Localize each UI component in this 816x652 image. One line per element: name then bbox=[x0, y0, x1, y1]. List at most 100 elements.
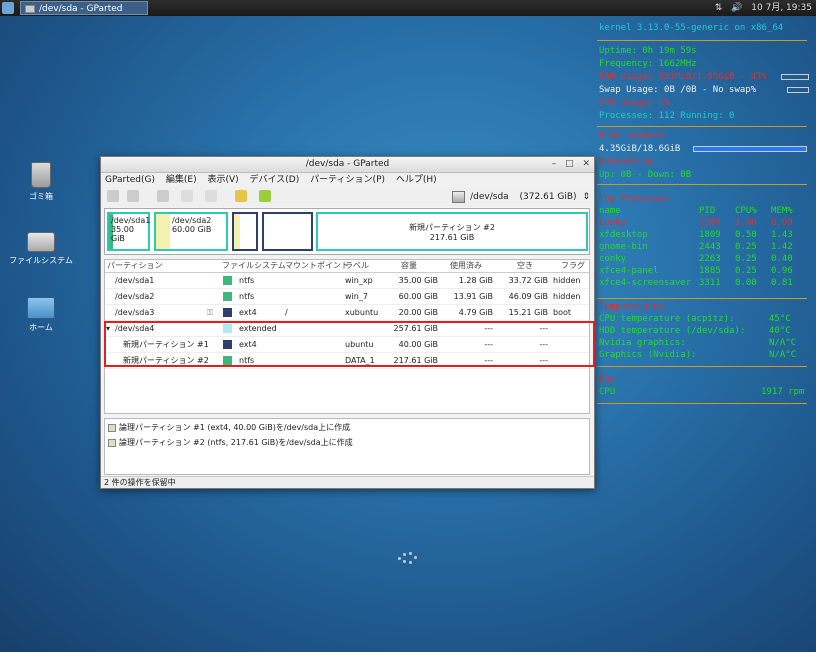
menubar: GParted(G) 編集(E) 表示(V) デバイス(D) パーティション(P… bbox=[101, 173, 594, 187]
conky-processes: Processes: 112 Running: 0 bbox=[599, 111, 735, 121]
conky-network-value: Up: 0B - Down: 0B bbox=[599, 170, 692, 180]
conky-top-row: conky 1709 1.00 0.99 bbox=[599, 218, 793, 228]
desktop-icon-label: ファイルシステム bbox=[9, 256, 73, 265]
partition-size: 35.00 GiB bbox=[398, 276, 438, 285]
column-header[interactable]: ファイルシステム bbox=[222, 260, 286, 272]
desktop-icon-home[interactable]: ホーム bbox=[6, 297, 76, 333]
operation-icon bbox=[108, 439, 116, 447]
column-header[interactable]: パーティション bbox=[107, 260, 163, 272]
conky-network-label: Networking bbox=[599, 157, 654, 167]
window-titlebar[interactable]: /dev/sda - GParted – □ ✕ bbox=[101, 157, 594, 173]
partition-used: 13.91 GiB bbox=[453, 292, 493, 301]
system-tray: ⇅ 🔊 10 7月, 19:35 bbox=[709, 0, 812, 16]
conky-fs-value: 4.35GiB/18.6GiB bbox=[599, 144, 681, 154]
operation-item[interactable]: 論理パーティション #2 (ntfs, 217.61 GiB)を/dev/sda… bbox=[105, 436, 589, 449]
partition-free: 15.21 GiB bbox=[508, 308, 548, 317]
visual-partition-size: 217.61 GiB bbox=[429, 233, 475, 242]
partition-flags: hidden bbox=[553, 292, 581, 301]
fs-color-swatch bbox=[223, 308, 232, 317]
menu-view[interactable]: 表示(V) bbox=[207, 175, 238, 185]
partition-used: 1.28 GiB bbox=[458, 276, 493, 285]
conky-temp-label: Temperatures bbox=[599, 302, 665, 312]
visual-partition-size: 35.00 GiB bbox=[111, 225, 134, 243]
undo-icon[interactable] bbox=[235, 190, 247, 202]
conky-top-label: Top Processes bbox=[599, 194, 670, 204]
menu-device[interactable]: デバイス(D) bbox=[250, 175, 300, 185]
conky-fs-label: File systems bbox=[599, 131, 665, 141]
harddisk-icon bbox=[452, 191, 466, 203]
device-selector[interactable]: /dev/sda (372.61 GiB) ⇕ bbox=[452, 189, 590, 205]
partition-label: win_xp bbox=[345, 276, 373, 285]
visual-partition[interactable] bbox=[262, 212, 313, 251]
partition-size: 60.00 GiB bbox=[398, 292, 438, 301]
menu-edit[interactable]: 編集(E) bbox=[166, 175, 197, 185]
delete-icon[interactable] bbox=[127, 190, 139, 202]
close-icon[interactable]: ✕ bbox=[582, 159, 590, 169]
volume-icon[interactable]: 🔊 bbox=[731, 3, 742, 13]
paste-icon[interactable] bbox=[205, 190, 217, 202]
column-header[interactable]: 使用済み bbox=[450, 260, 482, 272]
applications-menu-icon[interactable] bbox=[2, 2, 14, 14]
visual-partition[interactable]: 新規パーティション #2 217.61 GiB bbox=[316, 212, 588, 251]
desktop-icon-filesystem[interactable]: ファイルシステム bbox=[6, 232, 76, 266]
visual-partition[interactable]: /dev/sda2 60.00 GiB bbox=[154, 212, 228, 251]
table-row[interactable]: /dev/sda3 ⚿ ext4 / xubuntu 20.00 GiB 4.7… bbox=[105, 305, 589, 321]
partition-flags: boot bbox=[553, 308, 572, 317]
column-header[interactable]: マウントポイント bbox=[285, 260, 349, 272]
filesystem: ntfs bbox=[239, 276, 255, 285]
conky-top-row: gnome-bin 2443 0.25 1.42 bbox=[599, 242, 793, 252]
window-icon bbox=[25, 5, 35, 13]
divider bbox=[597, 40, 807, 41]
new-icon[interactable] bbox=[107, 190, 119, 202]
menu-help[interactable]: ヘルプ(H) bbox=[396, 175, 437, 185]
desktop-icon-label: ホーム bbox=[29, 323, 53, 332]
desktop-icon-trash[interactable]: ゴミ箱 bbox=[6, 162, 76, 202]
maximize-icon[interactable]: □ bbox=[565, 159, 574, 169]
filesystem: ntfs bbox=[239, 292, 255, 301]
conky-fan-row: CPU 1917 rpm bbox=[599, 387, 805, 397]
partition-label: xubuntu bbox=[345, 308, 379, 317]
operation-text: 論理パーティション #1 (ext4, 40.00 GiB)を/dev/sda上… bbox=[119, 423, 351, 432]
column-header[interactable]: 空き bbox=[517, 260, 533, 272]
menu-partition[interactable]: パーティション(P) bbox=[310, 175, 385, 185]
partition-free: 33.72 GiB bbox=[508, 276, 548, 285]
ram-bar bbox=[781, 74, 809, 80]
taskbar-window-button[interactable]: /dev/sda - GParted bbox=[20, 1, 148, 15]
conky-frequency: Frequency: 1662MHz bbox=[599, 59, 697, 69]
apply-icon[interactable] bbox=[259, 190, 271, 202]
conky-top-row: conky 2263 0.25 0.40 bbox=[599, 254, 793, 264]
trash-icon bbox=[31, 162, 51, 188]
pending-operations-list: 論理パーティション #1 (ext4, 40.00 GiB)を/dev/sda上… bbox=[104, 418, 590, 475]
conky-swap: Swap Usage: 0B /0B - No swap% bbox=[599, 85, 757, 95]
column-header[interactable]: フラグ bbox=[561, 260, 585, 272]
chevron-down-icon: ⇕ bbox=[582, 192, 590, 202]
visual-partition[interactable] bbox=[232, 212, 258, 251]
conky-ram: RAM Usage: 951MiB/1.95GiB - 47% bbox=[599, 72, 767, 82]
menu-gparted[interactable]: GParted(G) bbox=[105, 175, 155, 185]
partition-name: /dev/sda2 bbox=[115, 292, 155, 301]
visual-partition-name: /dev/sda2 bbox=[172, 216, 212, 225]
table-row[interactable]: /dev/sda2 ntfs win_7 60.00 GiB 13.91 GiB… bbox=[105, 289, 589, 305]
column-header[interactable]: ラベル bbox=[345, 260, 369, 272]
partition-name: /dev/sda3 bbox=[115, 308, 155, 317]
filesystem: ext4 bbox=[239, 308, 257, 317]
conky-fan-label: Fan bbox=[599, 375, 616, 385]
visual-partition-size: 60.00 GiB bbox=[172, 225, 212, 234]
fs-color-swatch bbox=[223, 276, 232, 285]
copy-icon[interactable] bbox=[181, 190, 193, 202]
table-row[interactable]: /dev/sda1 ntfs win_xp 35.00 GiB 1.28 GiB… bbox=[105, 273, 589, 289]
operation-item[interactable]: 論理パーティション #1 (ext4, 40.00 GiB)を/dev/sda上… bbox=[105, 421, 589, 434]
visual-partition[interactable]: /dev/sda1 35.00 GiB bbox=[107, 212, 150, 251]
conky-top-row: xfdesktop 1809 0.50 1.43 bbox=[599, 230, 793, 240]
clock[interactable]: 10 7月, 19:35 bbox=[751, 3, 812, 13]
partition-table: パーティション ファイルシステム マウントポイント ラベル 容量 使用済み 空き… bbox=[104, 259, 595, 414]
toolbar: /dev/sda (372.61 GiB) ⇕ bbox=[101, 187, 594, 207]
column-header[interactable]: 容量 bbox=[401, 260, 417, 272]
conky-top-row: xfce4-panel 1885 0.25 0.96 bbox=[599, 266, 793, 276]
partition-flags: hidden bbox=[553, 276, 581, 285]
minimize-icon[interactable]: – bbox=[552, 159, 557, 169]
swap-bar bbox=[787, 87, 809, 93]
resize-icon[interactable] bbox=[157, 190, 169, 202]
network-icon[interactable]: ⇅ bbox=[715, 3, 723, 13]
table-header: パーティション ファイルシステム マウントポイント ラベル 容量 使用済み 空き… bbox=[105, 260, 589, 273]
